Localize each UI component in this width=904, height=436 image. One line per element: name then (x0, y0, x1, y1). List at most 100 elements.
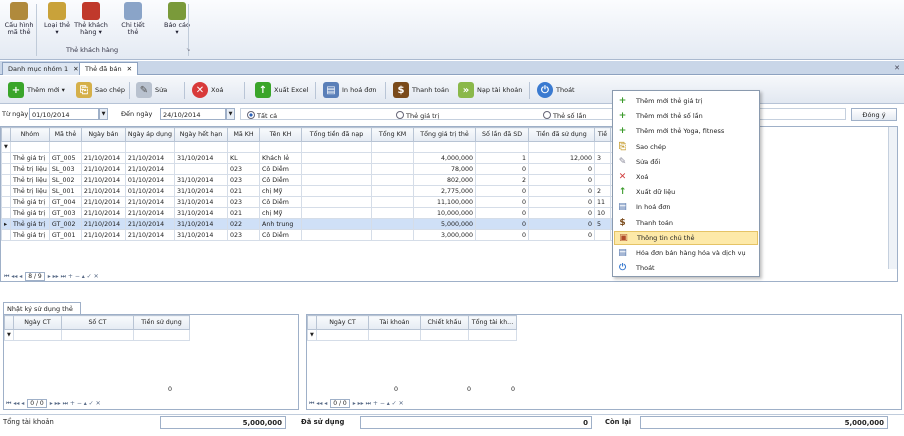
window-close-icon[interactable]: ✕ (894, 64, 900, 72)
column-header[interactable]: Tổng giá trị thẻ (413, 127, 477, 142)
table-cell[interactable]: 2 (475, 174, 530, 186)
chevron-down-icon[interactable]: ▼ (226, 108, 235, 120)
table-cell[interactable]: Cô Diễm (259, 196, 303, 208)
table-cell[interactable]: 0 (475, 229, 530, 241)
tab-danh-muc-nhom[interactable]: Danh mục nhóm 1 ✕ (2, 62, 85, 75)
table-cell[interactable]: 11 (594, 196, 612, 208)
table-cell[interactable]: 0 (475, 185, 530, 197)
context-menu-item[interactable]: $ Thanh toán (614, 216, 758, 230)
table-cell[interactable]: 21/10/2014 (124, 229, 176, 241)
table-cell[interactable]: 0 (528, 207, 596, 219)
table-cell[interactable]: Thẻ giá trị (10, 218, 50, 230)
ribbon-button-3[interactable]: Chi tiết thẻ (116, 2, 150, 36)
column-header[interactable]: Tổng tiền đã nạp (301, 127, 373, 142)
table-cell[interactable] (371, 196, 415, 208)
table-cell[interactable] (371, 229, 415, 241)
context-menu-item[interactable]: ▤ Hóa đơn bán hàng hóa và dịch vụ (614, 246, 758, 260)
column-header[interactable]: Tổng tài kh... (468, 315, 517, 330)
filter-cell[interactable] (48, 141, 82, 153)
table-cell[interactable]: 0 (528, 174, 596, 186)
table-cell[interactable] (174, 163, 229, 175)
context-menu-item[interactable]: ⎘ Sao chép (614, 140, 758, 154)
table-cell[interactable]: 31/10/2014 (174, 152, 229, 164)
table-cell[interactable]: Cô Diễm (259, 174, 303, 186)
table-cell[interactable]: Thẻ trị liệu (10, 163, 50, 175)
column-header[interactable]: Số lần đã SD (475, 127, 530, 142)
table-cell[interactable]: 023 (227, 196, 261, 208)
filter-cell[interactable] (13, 329, 62, 341)
table-cell[interactable]: chị Mỹ (259, 207, 303, 219)
context-menu-item[interactable]: ↑ Xuất dữ liệu (614, 185, 758, 199)
table-cell[interactable]: 1 (475, 152, 530, 164)
table-cell[interactable]: 023 (227, 174, 261, 186)
topup-button[interactable]: » Nạp tài khoản (458, 81, 522, 99)
filter-cell[interactable] (124, 141, 176, 153)
column-header[interactable]: Ngày bán (80, 127, 126, 142)
payment-button[interactable]: $ Thanh toán (393, 81, 449, 99)
table-cell[interactable]: 0 (528, 218, 596, 230)
table-cell[interactable] (594, 229, 612, 241)
column-header[interactable]: Ngày hết hạn (174, 127, 229, 142)
table-cell[interactable]: SL_002 (48, 174, 82, 186)
table-cell[interactable] (301, 185, 373, 197)
column-header[interactable]: Số CT (61, 315, 134, 330)
table-cell[interactable] (301, 196, 373, 208)
table-cell[interactable]: 21/10/2014 (80, 152, 126, 164)
table-cell[interactable] (371, 174, 415, 186)
table-cell[interactable]: GT_005 (48, 152, 82, 164)
table-cell[interactable]: 21/10/2014 (124, 207, 176, 219)
grid-vertical-scrollbar[interactable] (888, 127, 897, 269)
table-cell[interactable]: 5 (594, 218, 612, 230)
print-invoice-button[interactable]: ▤ In hoá đơn (323, 81, 376, 99)
table-cell[interactable]: 21/10/2014 (80, 163, 126, 175)
table-cell[interactable]: 023 (227, 229, 261, 241)
table-cell[interactable]: 0 (475, 207, 530, 219)
table-cell[interactable]: 021 (227, 185, 261, 197)
filter-cell[interactable] (475, 141, 530, 153)
table-cell[interactable]: 31/10/2014 (174, 185, 229, 197)
radio-all[interactable]: Tất cả (247, 111, 277, 120)
table-cell[interactable]: 0 (475, 163, 530, 175)
table-cell[interactable]: 31/10/2014 (174, 218, 229, 230)
table-cell[interactable]: 10,000,000 (413, 207, 477, 219)
table-cell[interactable]: 021 (227, 207, 261, 219)
column-header[interactable]: Mã thẻ (48, 127, 82, 142)
table-cell[interactable]: 0 (528, 229, 596, 241)
table-cell[interactable]: 3 (594, 152, 612, 164)
table-cell[interactable]: Thẻ giá trị (10, 207, 50, 219)
table-cell[interactable]: GT_001 (48, 229, 82, 241)
table-cell[interactable]: 2,775,000 (413, 185, 477, 197)
nav-prev-icons[interactable]: ⏮ ◂◂ ◂ (4, 273, 22, 281)
filter-cell[interactable] (528, 141, 596, 153)
to-date-input[interactable]: 24/10/2014 (160, 108, 226, 120)
table-cell[interactable]: SL_001 (48, 185, 82, 197)
filter-cell[interactable] (420, 329, 469, 341)
context-menu-item[interactable]: ✕ Xoá (614, 170, 758, 184)
table-cell[interactable]: 21/10/2014 (124, 163, 176, 175)
context-menu-item[interactable]: + Thêm mới thẻ số lần (614, 109, 758, 123)
table-cell[interactable]: 0 (528, 196, 596, 208)
filter-cell[interactable] (174, 141, 229, 153)
table-cell[interactable]: 31/10/2014 (174, 229, 229, 241)
ribbon-button-2[interactable]: Thẻ khách hàng ▾ (74, 2, 108, 36)
filter-row[interactable]: ▼ (4, 329, 190, 341)
copy-button[interactable]: ⎘ Sao chép (76, 81, 125, 99)
table-cell[interactable]: 023 (227, 163, 261, 175)
table-cell[interactable]: GT_002 (48, 218, 82, 230)
column-header[interactable]: Ngày áp dụng (124, 127, 176, 142)
column-header[interactable]: Chiết khấu (420, 315, 469, 330)
table-cell[interactable]: 21/10/2014 (80, 229, 126, 241)
table-cell[interactable]: 12,000 (528, 152, 596, 164)
filter-cell[interactable] (371, 141, 415, 153)
context-menu-item[interactable]: + Thêm mới thẻ giá trị (614, 94, 758, 108)
table-cell[interactable] (371, 218, 415, 230)
filter-cell[interactable] (10, 141, 50, 153)
exit-button[interactable]: ⏻ Thoát (537, 81, 575, 99)
filter-cell[interactable] (301, 141, 373, 153)
table-cell[interactable]: chị Mỹ (259, 185, 303, 197)
context-menu-item[interactable]: ▤ In hoá đơn (614, 200, 758, 214)
table-cell[interactable]: 01/10/2014 (124, 174, 176, 186)
delete-button[interactable]: ✕ Xoá (192, 81, 223, 99)
table-cell[interactable]: 0 (475, 218, 530, 230)
filter-row[interactable]: ▼ (307, 329, 517, 341)
